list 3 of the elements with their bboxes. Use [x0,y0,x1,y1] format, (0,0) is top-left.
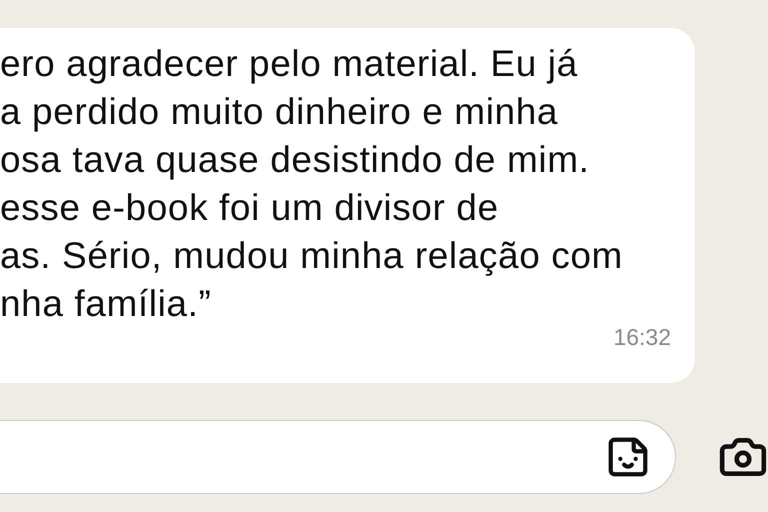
message-text: ero agradecer pelo material. Eu já a perdido muito dinheiro e minha osa tava quase desistindo de mim. esse e-book foi um divisor de as. Sério, mudou minha relação com nha família.” [0,42,623,326]
message-time: 16:32 [613,324,671,350]
message-input-field[interactable] [0,420,676,494]
